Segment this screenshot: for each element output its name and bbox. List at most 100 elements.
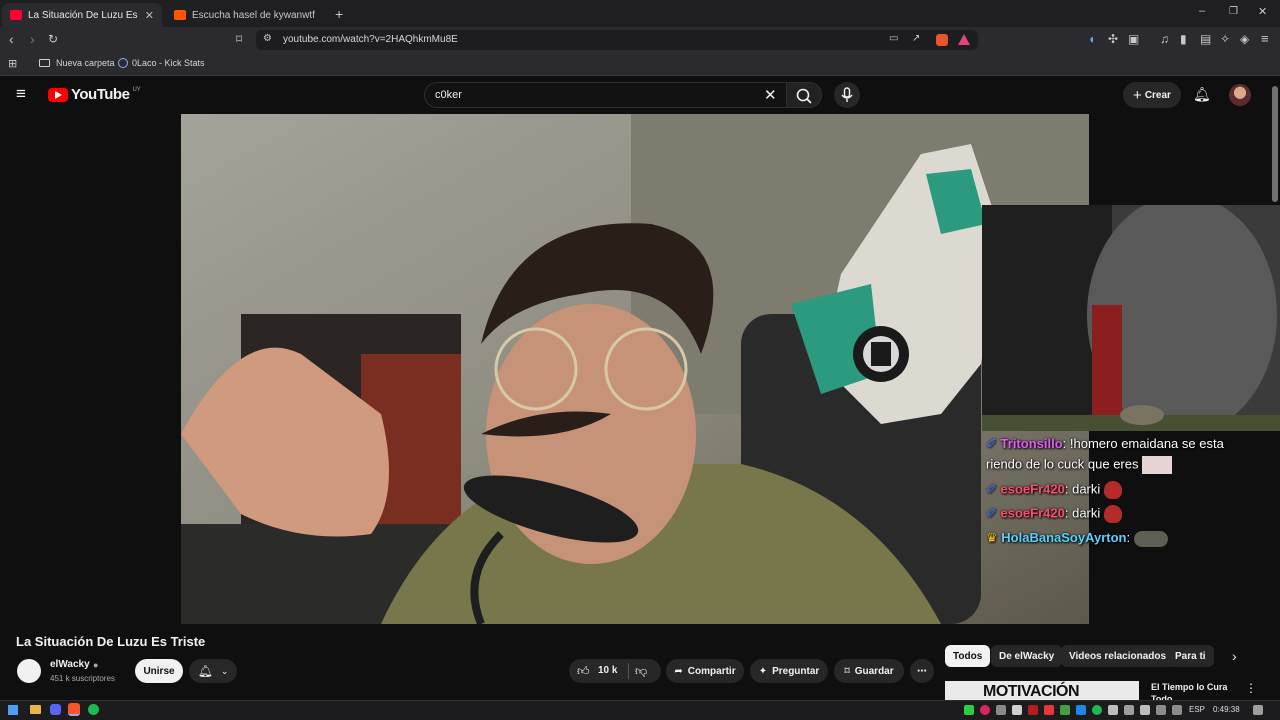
notifications-bell-icon[interactable]: 🔔︎ xyxy=(1193,86,1211,103)
chat-text: !homero emaidana se esta xyxy=(1069,436,1224,451)
tab-title: Escucha hasel de kywanwtf | Disfruta xyxy=(192,9,318,21)
speech-icon[interactable]: ◖ xyxy=(1088,32,1095,46)
leo-ai-icon[interactable]: ✧ xyxy=(1220,32,1230,46)
tab-inactive[interactable]: Escucha hasel de kywanwtf | Disfruta xyxy=(166,3,326,27)
youtube-logo[interactable]: YouTube UY xyxy=(48,86,141,103)
clock[interactable]: 0:49:38 xyxy=(1213,705,1240,714)
sidebar-icon[interactable]: ▮ xyxy=(1180,32,1187,46)
spotify-icon[interactable] xyxy=(88,704,99,715)
extensions-icon[interactable]: ✣ xyxy=(1108,32,1118,46)
media-icon[interactable]: ♫ xyxy=(1160,32,1169,46)
recommended-thumbnail[interactable]: MOTIVACIÓN xyxy=(945,681,1139,700)
tray-app-icon[interactable] xyxy=(964,705,974,715)
chat-username: esoeFr420 xyxy=(1000,505,1065,521)
plus-icon: + xyxy=(1133,86,1142,104)
network-icon[interactable] xyxy=(1156,705,1166,715)
chip-para-ti[interactable]: Para ti xyxy=(1167,645,1214,667)
create-button[interactable]: + Crear xyxy=(1123,82,1181,108)
ask-button[interactable]: ✦ Preguntar xyxy=(750,659,828,683)
tray-app-icon[interactable] xyxy=(1060,705,1070,715)
close-window-button[interactable]: ✕ xyxy=(1258,5,1267,18)
chat-message: ✐ Tritonsillo: !homero emaidana se esta xyxy=(986,436,1224,451)
tray-app-icon[interactable] xyxy=(1044,705,1054,715)
stream-chat-overlay: ✐ Tritonsillo: !homero emaidana se esta … xyxy=(980,205,1280,553)
save-label: Guardar xyxy=(854,665,894,677)
more-actions-button[interactable]: ⋯ xyxy=(910,659,934,683)
chat-text: riendo de lo cuck que eres xyxy=(986,456,1139,472)
join-button[interactable]: Unirse xyxy=(135,659,183,683)
dislike-button[interactable]: 👎︎ xyxy=(635,664,647,679)
tray-spotify-icon[interactable] xyxy=(1092,705,1102,715)
chip-de-elwacky[interactable]: De elWacky xyxy=(991,645,1063,667)
search-button[interactable] xyxy=(786,82,822,108)
menu-icon[interactable]: ≡ xyxy=(1261,31,1269,46)
screenshot-icon[interactable]: ▣ xyxy=(1128,32,1139,46)
tab-close-icon[interactable]: ✕ xyxy=(145,9,154,22)
tray-app-icon[interactable] xyxy=(1028,705,1038,715)
user-avatar[interactable] xyxy=(1229,84,1251,106)
forward-icon[interactable]: › xyxy=(30,31,35,47)
like-button[interactable]: 👍︎ xyxy=(577,664,590,679)
chat-text: darki xyxy=(1072,505,1101,521)
tray-app-icon[interactable] xyxy=(1012,705,1022,715)
browser-tab-bar: La Situación De Luzu Es Triste - YouTube… xyxy=(0,0,1280,27)
back-icon[interactable]: ‹ xyxy=(9,31,14,47)
chip-todos[interactable]: Todos xyxy=(945,645,991,667)
bookmark-nueva-carpeta[interactable]: Nueva carpeta xyxy=(39,58,115,68)
tray-app-icon[interactable] xyxy=(996,705,1006,715)
windows-start-icon[interactable] xyxy=(8,705,18,715)
recommended-more-icon[interactable]: ⋮ xyxy=(1245,681,1257,695)
bookmark-icon[interactable]: ⌑ xyxy=(236,32,242,46)
brave-browser-icon[interactable] xyxy=(68,703,80,716)
tray-app-icon[interactable] xyxy=(1124,705,1134,715)
tab-active[interactable]: La Situación De Luzu Es Triste - YouTube… xyxy=(2,3,162,27)
subscription-notifications-button[interactable]: 🔔︎ ⌄ xyxy=(189,659,237,683)
discord-icon[interactable] xyxy=(50,704,61,715)
hamburger-menu-icon[interactable]: ≡ xyxy=(16,84,26,104)
volume-icon[interactable] xyxy=(1172,705,1182,715)
restore-button[interactable]: ❐ xyxy=(1229,6,1238,17)
clear-search-icon[interactable]: ✕ xyxy=(764,86,777,104)
bookmarks-bar: ⊞ Nueva carpeta 0Laco - Kick Stats xyxy=(0,53,1280,76)
page-scrollbar[interactable] xyxy=(1272,86,1278,202)
address-bar[interactable]: ⚙ youtube.com/watch?v=2HAQhkmMu8E ▭ ↗ xyxy=(256,30,978,50)
chat-message-continued: riendo de lo cuck que eres xyxy=(986,456,1173,474)
channel-avatar[interactable] xyxy=(17,659,41,683)
apps-grid-icon[interactable]: ⊞ xyxy=(8,57,17,70)
bookmark-kick-stats[interactable]: 0Laco - Kick Stats xyxy=(118,58,205,68)
wallet-icon[interactable]: ▤ xyxy=(1200,32,1211,46)
file-explorer-icon[interactable] xyxy=(30,705,41,714)
country-code: UY xyxy=(132,86,141,93)
chevron-right-icon[interactable]: › xyxy=(1232,648,1237,664)
vpn-icon[interactable]: ◈ xyxy=(1240,32,1249,46)
search-query: c0ker xyxy=(435,89,462,101)
brave-shield-icon[interactable] xyxy=(936,34,948,46)
share-button[interactable]: ➦ Compartir xyxy=(666,659,744,683)
chat-emote-image xyxy=(1103,505,1122,523)
save-button[interactable]: ⌑ Guardar xyxy=(834,659,904,683)
url-text: youtube.com/watch?v=2HAQhkmMu8E xyxy=(283,34,458,45)
cast-icon[interactable]: ▭ xyxy=(889,33,898,44)
reload-icon[interactable]: ↻ xyxy=(48,32,58,46)
tray-app-icon[interactable] xyxy=(1108,705,1118,715)
site-info-icon[interactable]: ⚙ xyxy=(263,33,272,44)
brave-rewards-icon[interactable] xyxy=(958,34,970,45)
language-indicator[interactable]: ESP xyxy=(1189,705,1205,714)
video-player[interactable] xyxy=(181,114,1089,624)
channel-name[interactable]: elWacky xyxy=(50,659,90,670)
tray-app-icon[interactable] xyxy=(1140,705,1150,715)
like-dislike-group: 👍︎ 10 k 👎︎ xyxy=(569,659,661,683)
tray-app-icon[interactable] xyxy=(980,705,990,715)
share-arrow-icon: ➦ xyxy=(674,665,683,677)
chip-videos-relacionados[interactable]: Videos relacionados xyxy=(1061,645,1175,667)
voice-search-button[interactable] xyxy=(834,82,860,108)
video-frame-image xyxy=(181,114,1089,624)
recommended-title[interactable]: El Tiempo lo Cura Todo xyxy=(1151,681,1239,700)
new-tab-button[interactable]: + xyxy=(335,6,343,22)
search-input[interactable]: c0ker ✕ xyxy=(424,82,786,108)
minimize-button[interactable]: – xyxy=(1199,5,1205,17)
share-icon[interactable]: ↗ xyxy=(912,33,920,44)
tray-app-icon[interactable] xyxy=(1076,705,1086,715)
chat-message: ♛ HolaBanaSoyAyrton: xyxy=(986,530,1168,547)
notification-center-icon[interactable] xyxy=(1253,705,1263,715)
